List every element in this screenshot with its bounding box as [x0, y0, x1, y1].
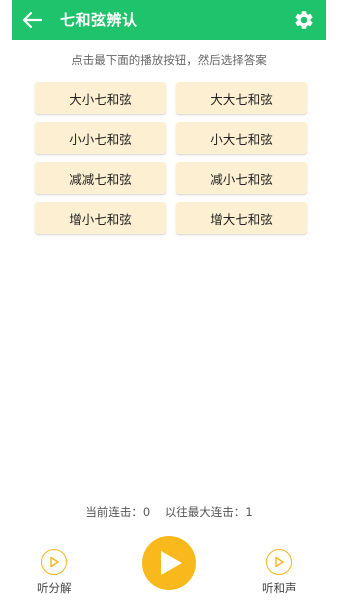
option-diminished-minor-seventh[interactable]: 减小七和弦 [176, 162, 307, 194]
app-bar: 七和弦辨认 [12, 0, 326, 40]
listen-arpeggio-button[interactable]: 听分解 [37, 549, 72, 596]
answer-options: 大小七和弦 大大七和弦 小小七和弦 小大七和弦 减减七和弦 减小七和弦 增小七和… [35, 82, 307, 234]
current-streak-label: 当前连击： [85, 505, 143, 519]
back-button[interactable] [18, 6, 46, 34]
option-major-minor-seventh[interactable]: 大小七和弦 [35, 82, 166, 114]
best-streak-value: 1 [245, 505, 253, 519]
option-major-major-seventh[interactable]: 大大七和弦 [176, 82, 307, 114]
best-streak-label: 以往最大连击： [164, 505, 246, 519]
chord-recognition-screen: 七和弦辨认 点击最下面的播放按钮，然后选择答案 大小七和弦 大大七和弦 小小七和… [0, 0, 338, 600]
streak-info: 当前连击：0 以往最大连击：1 [0, 504, 338, 520]
listen-harmony-button[interactable]: 听和声 [262, 549, 297, 596]
small-play-icon [266, 549, 293, 575]
arrow-left-icon [21, 11, 43, 29]
small-play-icon [41, 549, 68, 575]
instruction-text: 点击最下面的播放按钮，然后选择答案 [71, 53, 267, 67]
option-diminished-diminished-seventh[interactable]: 减减七和弦 [35, 162, 166, 194]
gear-icon [293, 9, 315, 31]
option-minor-minor-seventh[interactable]: 小小七和弦 [35, 122, 166, 154]
settings-button[interactable] [290, 6, 318, 34]
page-title: 七和弦辨认 [60, 11, 138, 29]
listen-harmony-label: 听和声 [262, 581, 297, 595]
option-augmented-minor-seventh[interactable]: 增小七和弦 [35, 202, 166, 234]
play-button[interactable] [142, 536, 196, 590]
play-icon [159, 550, 183, 576]
option-minor-major-seventh[interactable]: 小大七和弦 [176, 122, 307, 154]
listen-arpeggio-label: 听分解 [37, 581, 72, 595]
option-augmented-major-seventh[interactable]: 增大七和弦 [176, 202, 307, 234]
